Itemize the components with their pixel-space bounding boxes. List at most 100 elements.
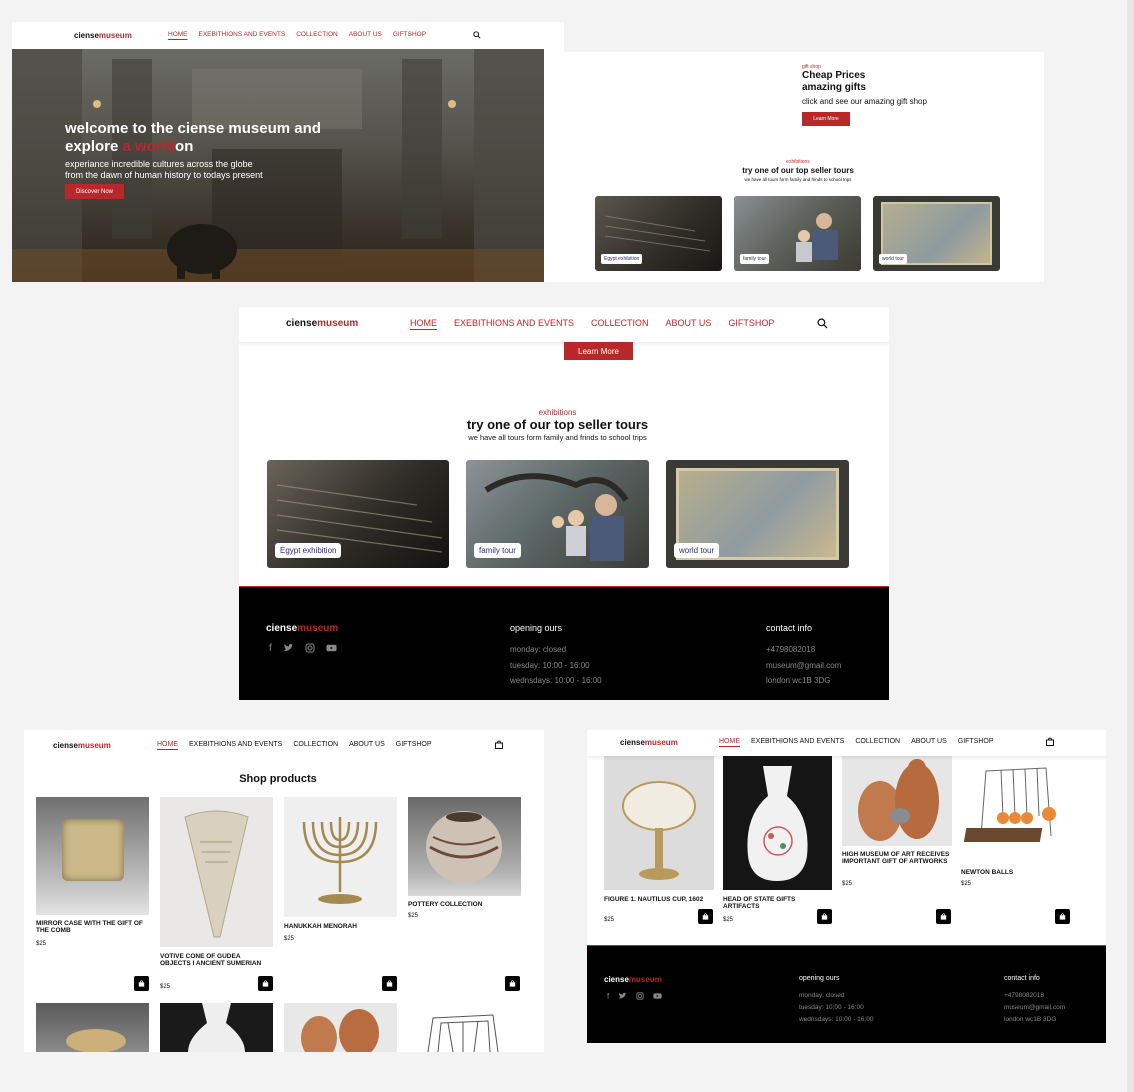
bag-icon[interactable] bbox=[495, 740, 503, 749]
nav-home[interactable]: HOME bbox=[719, 738, 740, 745]
main-nav: HOME EXEBITHIONS AND EVENTS COLLECTION A… bbox=[410, 318, 774, 328]
product-image-menorah[interactable] bbox=[284, 797, 397, 917]
product-image-newton-partial[interactable] bbox=[408, 1003, 521, 1052]
footer-logo[interactable]: ciensemuseum bbox=[604, 975, 662, 984]
contact-phone[interactable]: +4798082018 bbox=[1004, 990, 1065, 1002]
nav-about[interactable]: ABOUT US bbox=[349, 741, 385, 748]
product-image-nautilus[interactable] bbox=[604, 756, 714, 890]
contact-info: +4798082018 museum@gmail.com london wc1B… bbox=[1004, 990, 1065, 1026]
instagram-icon[interactable] bbox=[305, 643, 315, 653]
product-name[interactable]: HANUKKAH MENORAH bbox=[284, 923, 394, 930]
footer-logo-part2: museum bbox=[297, 623, 339, 634]
footer-logo[interactable]: ciensemuseum bbox=[266, 623, 338, 634]
product-name[interactable]: FIGURE 1. NAUTILUS CUP, 1602 bbox=[604, 896, 714, 903]
product-image-mirror-case[interactable] bbox=[36, 797, 149, 915]
opening-hour-line: monday: closed bbox=[799, 992, 845, 999]
nav-events[interactable]: EXEBITHIONS AND EVENTS bbox=[454, 318, 574, 328]
nav-home[interactable]: HOME bbox=[157, 741, 178, 748]
giftshop-learn-more-button[interactable]: Learn More bbox=[802, 112, 850, 126]
nav-events[interactable]: EXEBITHIONS AND EVENTS bbox=[751, 738, 844, 745]
add-to-cart-button[interactable] bbox=[817, 909, 832, 924]
hero-line2-highlight: a world bbox=[122, 138, 176, 155]
youtube-icon[interactable] bbox=[653, 992, 662, 1000]
product-name[interactable]: POTTERY COLLECTION bbox=[408, 901, 518, 908]
tour-card-family[interactable]: family tour bbox=[466, 460, 649, 568]
nav-giftshop[interactable]: GIFTSHOP bbox=[958, 738, 994, 745]
nav-about[interactable]: ABOUT US bbox=[349, 31, 382, 38]
instagram-icon[interactable] bbox=[636, 992, 644, 1000]
bag-icon bbox=[386, 980, 393, 987]
nav-events[interactable]: EXEBITHIONS AND EVENTS bbox=[199, 31, 286, 38]
bag-icon[interactable] bbox=[1046, 737, 1054, 746]
bag-icon bbox=[509, 980, 516, 987]
discover-now-button[interactable]: Discover Now bbox=[65, 184, 124, 199]
add-to-cart-button[interactable] bbox=[382, 976, 397, 991]
bag-icon bbox=[138, 980, 145, 987]
twitter-icon[interactable] bbox=[618, 992, 627, 1000]
tour-card-egypt[interactable]: Egypt exhibition bbox=[267, 460, 449, 568]
nav-about[interactable]: ABOUT US bbox=[666, 318, 712, 328]
scrollbar[interactable] bbox=[1127, 0, 1134, 1092]
product-price: $25 bbox=[604, 917, 615, 923]
learn-more-button[interactable]: Learn More bbox=[564, 342, 633, 360]
tour-card-family-small[interactable]: family tour bbox=[734, 196, 861, 271]
facebook-icon[interactable]: f bbox=[269, 643, 272, 654]
tour-card-egypt-small[interactable]: Egypt exhibition bbox=[595, 196, 722, 271]
product-name[interactable]: MIRROR CASE WITH THE GIFT OF THE COMB bbox=[36, 920, 146, 935]
product-name[interactable]: HIGH MUSEUM OF ART RECEIVES IMPORTANT GI… bbox=[842, 851, 954, 866]
nav-collection[interactable]: COLLECTION bbox=[296, 31, 338, 38]
product-image-vase[interactable] bbox=[723, 756, 832, 890]
product-image-newton[interactable] bbox=[961, 756, 1071, 862]
nav-giftshop[interactable]: GIFTSHOP bbox=[728, 318, 774, 328]
add-to-cart-button[interactable] bbox=[936, 909, 951, 924]
add-to-cart-button[interactable] bbox=[698, 909, 713, 924]
main-nav: HOME EXEBITHIONS AND EVENTS COLLECTION A… bbox=[719, 738, 994, 745]
nav-home[interactable]: HOME bbox=[410, 318, 437, 328]
logo[interactable]: ciensemuseum bbox=[53, 741, 111, 750]
giftshop-title-1: Cheap Prices bbox=[802, 70, 866, 81]
youtube-icon[interactable] bbox=[326, 643, 337, 653]
nav-home[interactable]: HOME bbox=[168, 31, 188, 38]
product-price: $25 bbox=[842, 881, 853, 887]
product-name[interactable]: NEWTON BALLS bbox=[961, 869, 1071, 876]
opening-title: opening ours bbox=[510, 623, 563, 633]
product-image-sculpture-partial[interactable] bbox=[284, 1003, 397, 1052]
logo-part1: ciense bbox=[620, 738, 645, 747]
nav-collection[interactable]: COLLECTION bbox=[293, 741, 338, 748]
logo[interactable]: ciensemuseum bbox=[620, 738, 678, 747]
search-icon[interactable] bbox=[817, 318, 828, 329]
nav-giftshop[interactable]: GIFTSHOP bbox=[393, 31, 426, 38]
product-name[interactable]: VOTIVE CONE OF GUDEA OBJECTS I ANCIENT S… bbox=[160, 953, 270, 968]
add-to-cart-button[interactable] bbox=[134, 976, 149, 991]
add-to-cart-button[interactable] bbox=[1055, 909, 1070, 924]
contact-email[interactable]: museum@gmail.com bbox=[1004, 1002, 1065, 1014]
logo[interactable]: ciensemuseum bbox=[286, 318, 358, 329]
contact-info: +4798082018 museum@gmail.com london wc1B… bbox=[766, 642, 841, 689]
product-image-sculpture[interactable] bbox=[842, 756, 952, 846]
contact-address: london wc1B 3DG bbox=[1004, 1016, 1057, 1023]
product-image-votive-cone[interactable] bbox=[160, 797, 273, 947]
nav-collection[interactable]: COLLECTION bbox=[855, 738, 900, 745]
search-icon[interactable] bbox=[473, 31, 481, 39]
product-image-nautilus-partial[interactable] bbox=[36, 1003, 149, 1052]
twitter-icon[interactable] bbox=[283, 643, 294, 653]
nav-events[interactable]: EXEBITHIONS AND EVENTS bbox=[189, 741, 282, 748]
logo[interactable]: ciensemuseum bbox=[74, 31, 132, 40]
tour-label: family tour bbox=[740, 254, 770, 264]
logo-part1: ciense bbox=[74, 31, 99, 40]
nav-about[interactable]: ABOUT US bbox=[911, 738, 947, 745]
nav-collection[interactable]: COLLECTION bbox=[591, 318, 649, 328]
contact-email[interactable]: museum@gmail.com bbox=[766, 658, 841, 674]
tour-card-world-small[interactable]: world tour bbox=[873, 196, 1000, 271]
hero-title-line1: welcome to the ciense museum and bbox=[65, 120, 321, 137]
tour-card-world[interactable]: world tour bbox=[666, 460, 849, 568]
facebook-icon[interactable]: f bbox=[607, 992, 609, 1001]
product-price: $25 bbox=[408, 913, 419, 919]
product-image-vase-partial[interactable] bbox=[160, 1003, 273, 1052]
nav-giftshop[interactable]: GIFTSHOP bbox=[396, 741, 432, 748]
add-to-cart-button[interactable] bbox=[258, 976, 273, 991]
footer-logo-part1: ciense bbox=[266, 623, 298, 634]
add-to-cart-button[interactable] bbox=[505, 976, 520, 991]
product-image-pottery[interactable] bbox=[408, 797, 521, 896]
contact-phone[interactable]: +4798082018 bbox=[766, 642, 841, 658]
